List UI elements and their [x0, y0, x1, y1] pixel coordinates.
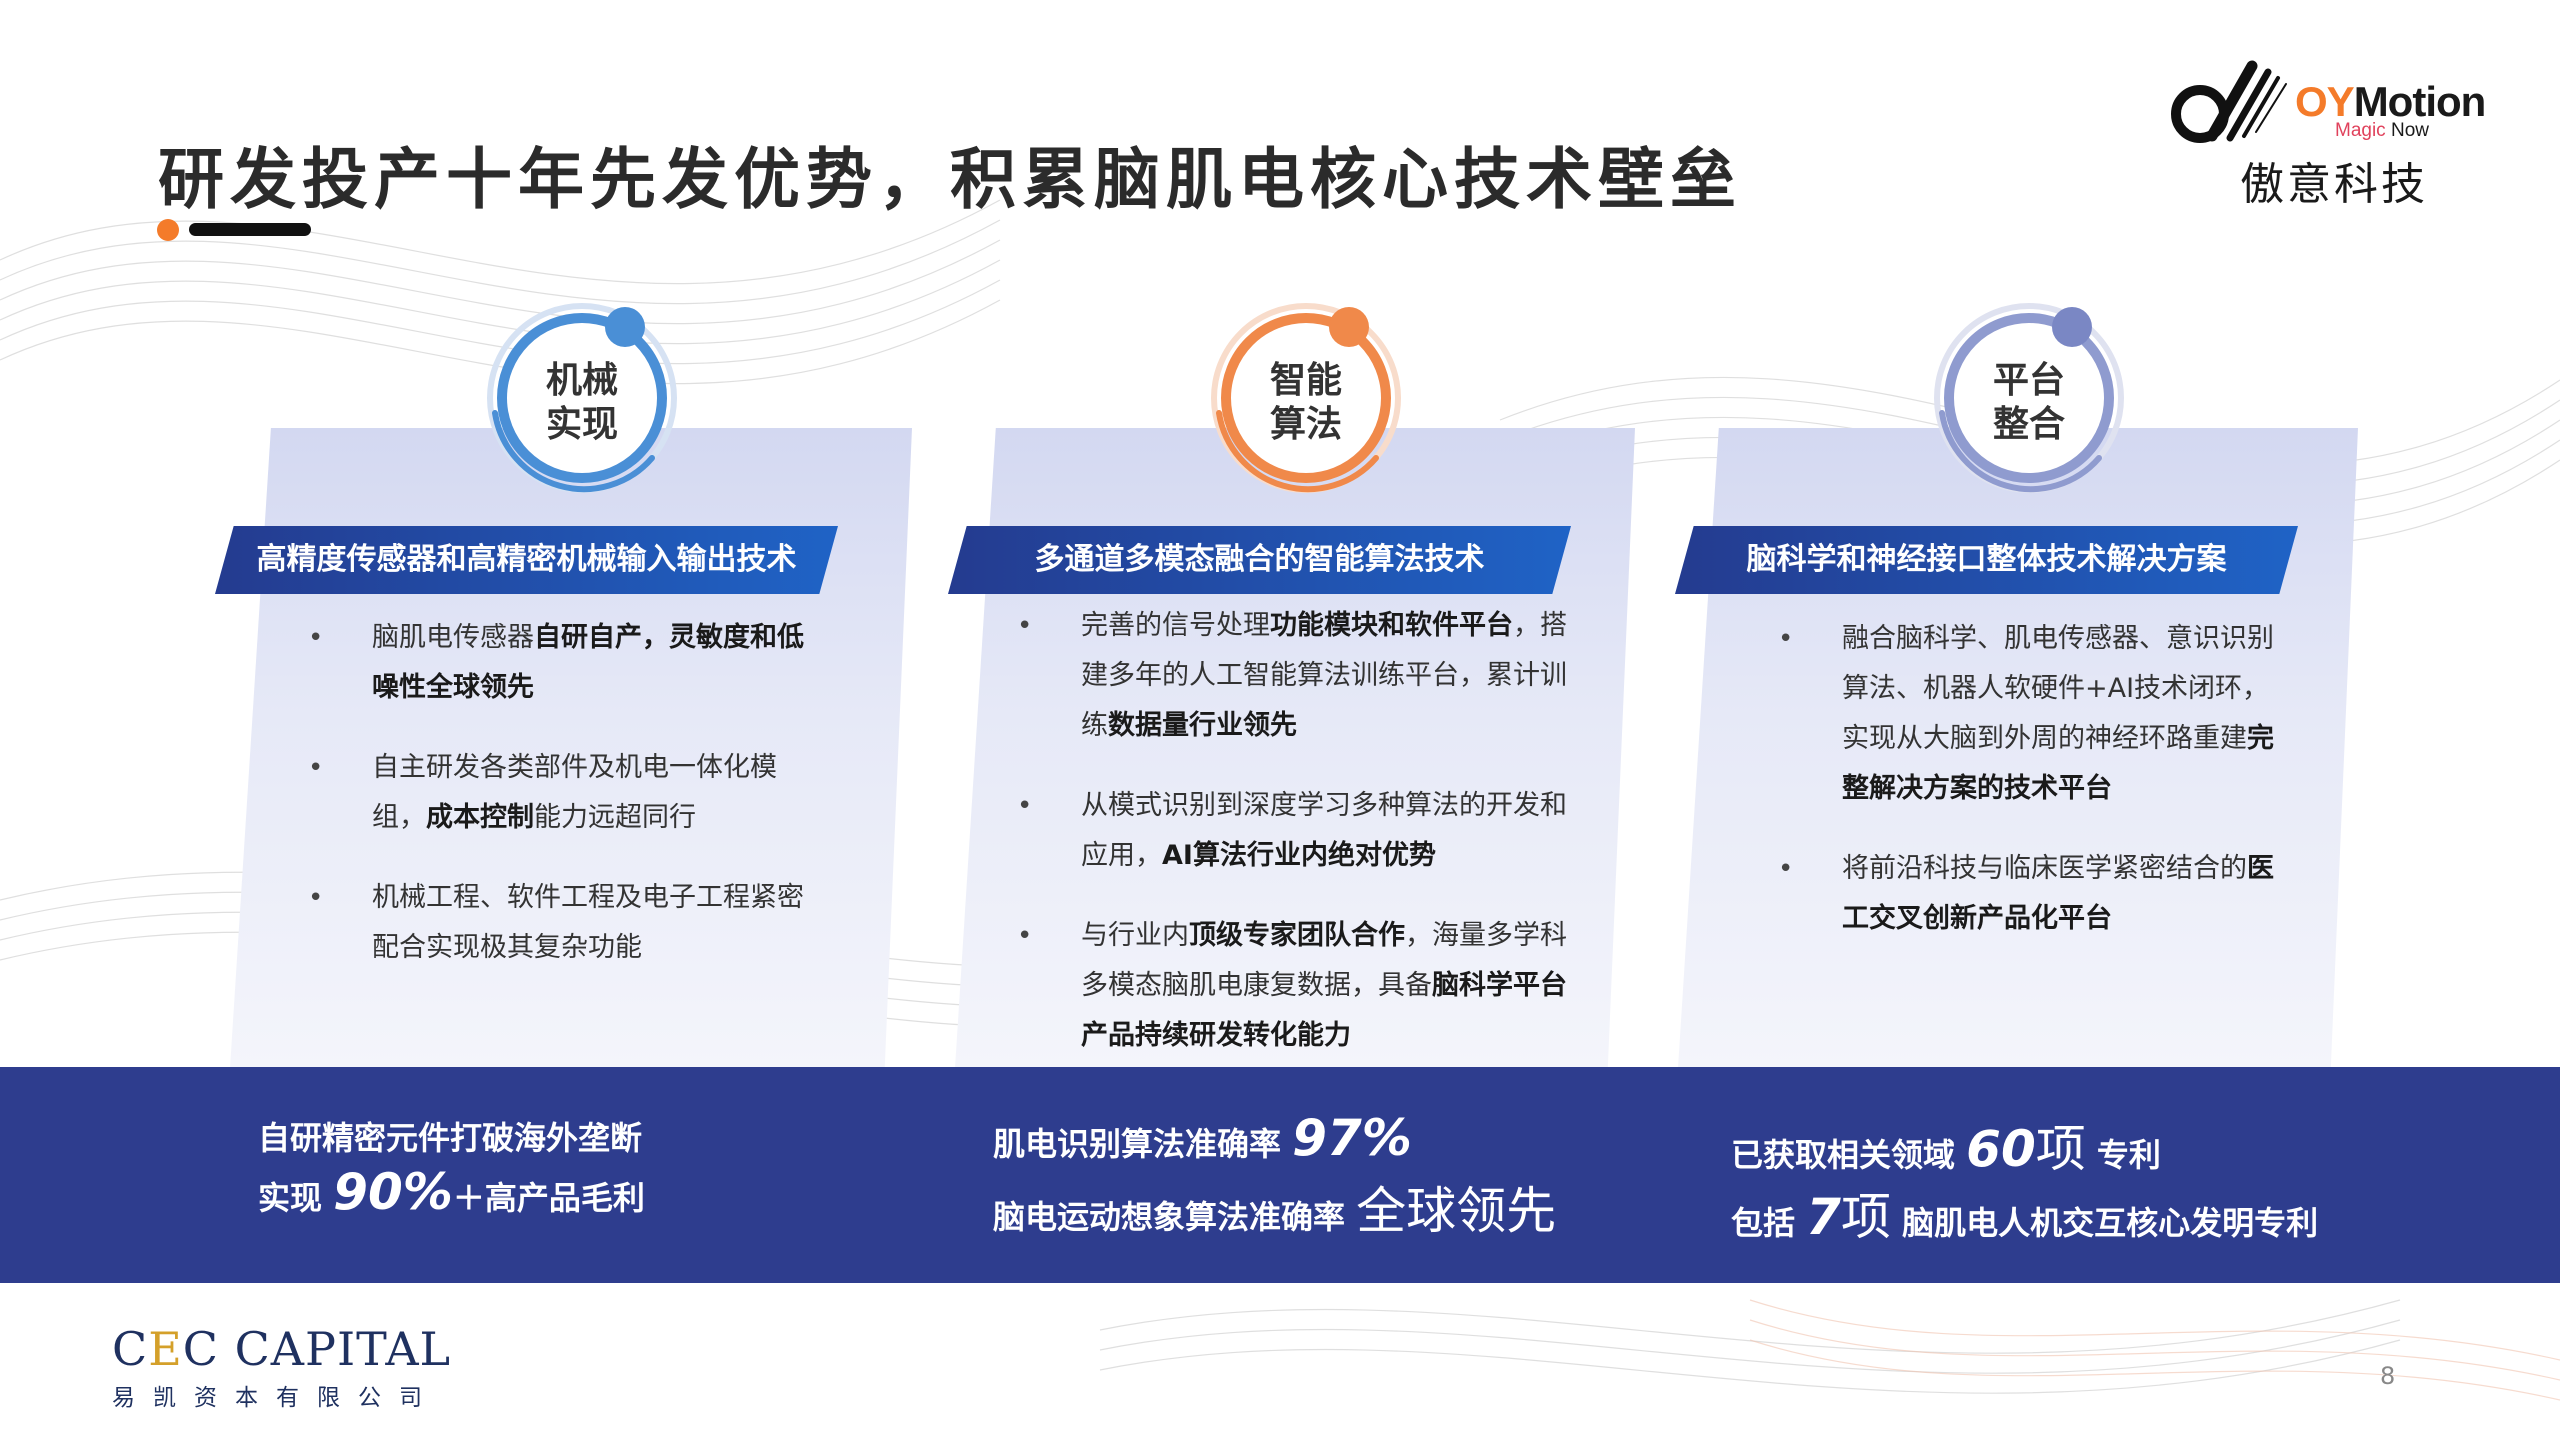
highlight-line: 包括 7项 脑肌电人机交互核心发明专利 — [1731, 1188, 2319, 1246]
category-label: 机械 实现 — [545, 360, 618, 445]
highlight-line: 自研精密元件打破海外垄断 — [258, 1119, 643, 1157]
cec-capital-wordmark: CEC CAPITAL — [112, 1322, 452, 1376]
bullet-list-platform: 融合脑科学、肌电传感器、意识识别算法、机器人软硬件+AI技术闭环，实现从大脑到外… — [1772, 614, 2292, 974]
logo-wordmark: OYMotion — [2295, 78, 2486, 125]
logo-tagline: Magic Now — [2335, 120, 2429, 141]
highlight-line: 肌电识别算法准确率 97% — [993, 1109, 1412, 1167]
title-underline-bar — [189, 223, 311, 236]
category-label: 智能 算法 — [1269, 360, 1342, 445]
category-ring-algorithm: 智能 算法 — [1201, 293, 1411, 503]
category-ring-mechanical: 机械 实现 — [477, 293, 687, 503]
column-ribbon-platform: 脑科学和神经接口整体技术解决方案 — [1675, 526, 2298, 594]
bullet-item: 自主研发各类部件及机电一体化模组，成本控制能力远超同行 — [302, 743, 822, 843]
category-badge-icon — [605, 307, 645, 347]
column-ribbon-mechanical: 高精度传感器和高精密机械输入输出技术 — [215, 526, 838, 594]
category-badge-icon — [2052, 307, 2092, 347]
highlight-line: 脑电运动想象算法准确率 全球领先 — [993, 1182, 1557, 1240]
cec-capital-logo: CEC CAPITAL 易凯资本有限公司 — [112, 1322, 451, 1412]
category-badge-icon — [1329, 307, 1369, 347]
logo-chinese-name: 傲意科技 — [2240, 159, 2428, 210]
bullet-item: 机械工程、软件工程及电子工程紧密配合实现极其复杂功能 — [302, 873, 822, 973]
highlights-band: 自研精密元件打破海外垄断 实现 90%＋高产品毛利 肌电识别算法准确率 97% … — [0, 1067, 2560, 1283]
page-number: 8 — [2380, 1362, 2396, 1390]
bullet-item: 完善的信号处理功能模块和软件平台，搭建多年的人工智能算法训练平台，累计训练数据量… — [1011, 601, 1571, 751]
bullet-list-algorithm: 完善的信号处理功能模块和软件平台，搭建多年的人工智能算法训练平台，累计训练数据量… — [1011, 601, 1571, 1091]
bullet-item: 脑肌电传感器自研自产，灵敏度和低噪性全球领先 — [302, 613, 822, 713]
bullet-item: 与行业内顶级专家团队合作，海量多学科多模态脑肌电康复数据，具备脑科学平台产品持续… — [1011, 911, 1571, 1061]
oymotion-logo: OYMotion Magic Now 傲意科技 — [2160, 56, 2500, 210]
title-accent-dot — [157, 219, 179, 241]
page-title: 研发投产十年先发优势，积累脑肌电核心技术壁垒 — [158, 141, 1742, 218]
cec-capital-chinese-name: 易凯资本有限公司 — [112, 1385, 440, 1411]
bullet-item: 融合脑科学、肌电传感器、意识识别算法、机器人软硬件+AI技术闭环，实现从大脑到外… — [1772, 614, 2292, 814]
category-label: 平台 整合 — [1992, 360, 2065, 445]
highlight-line: 已获取相关领域 60项 专利 — [1731, 1120, 2161, 1178]
column-ribbon-algorithm: 多通道多模态融合的智能算法技术 — [948, 526, 1571, 594]
bullet-list-mechanical: 脑肌电传感器自研自产，灵敏度和低噪性全球领先 自主研发各类部件及机电一体化模组，… — [302, 613, 822, 1003]
highlight-line: 实现 90%＋高产品毛利 — [258, 1163, 645, 1221]
bullet-item: 将前沿科技与临床医学紧密结合的医工交叉创新产品化平台 — [1772, 844, 2292, 944]
bullet-item: 从模式识别到深度学习多种算法的开发和应用，AI算法行业内绝对优势 — [1011, 781, 1571, 881]
category-ring-platform: 平台 整合 — [1924, 293, 2134, 503]
